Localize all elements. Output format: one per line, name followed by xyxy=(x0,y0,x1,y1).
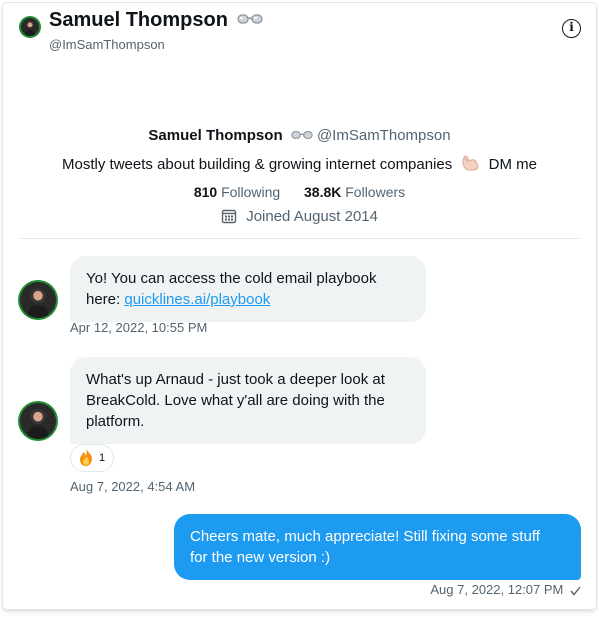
dm-conversation-card: Samuel Thompson @ImSamThompson i Samuel … xyxy=(3,3,596,609)
divider xyxy=(19,238,580,239)
profile-bio: Mostly tweets about building & growing i… xyxy=(3,154,596,176)
joined-date: Joined August 2014 xyxy=(3,208,596,228)
header-handle: @ImSamThompson xyxy=(49,37,165,52)
profile-name[interactable]: Samuel Thompson xyxy=(148,127,282,144)
followers-stat[interactable]: 38.8K Followers xyxy=(304,184,405,200)
message-bubble-incoming[interactable]: Yo! You can access the cold email playbo… xyxy=(70,256,426,322)
playbook-link[interactable]: quicklines.ai/playbook xyxy=(124,291,270,308)
goggles-icon xyxy=(237,9,264,32)
profile-summary: Samuel Thompson @ImSamThompson Mostly tw… xyxy=(3,127,596,228)
header-name[interactable]: Samuel Thompson xyxy=(49,9,264,32)
sender-avatar[interactable] xyxy=(18,401,58,441)
profile-stats: 810 Following 38.8K Followers xyxy=(3,184,596,200)
calendar-icon xyxy=(221,208,237,228)
checkmark-icon xyxy=(570,584,581,599)
message-timestamp: Aug 7, 2022, 4:54 AM xyxy=(70,479,196,494)
fire-icon xyxy=(76,447,96,470)
info-icon[interactable]: i xyxy=(562,19,581,38)
call-me-hand-icon xyxy=(460,154,480,176)
reaction-count: 1 xyxy=(99,452,106,464)
message-timestamp: Apr 12, 2022, 10:55 PM xyxy=(70,320,208,335)
message-bubble-incoming[interactable]: What's up Arnaud - just took a deeper lo… xyxy=(70,357,426,444)
profile-name-line: Samuel Thompson @ImSamThompson xyxy=(3,127,596,145)
goggles-icon xyxy=(291,128,313,145)
conversation-header: Samuel Thompson @ImSamThompson i xyxy=(3,3,596,63)
message-timestamp: Aug 7, 2022, 12:07 PM xyxy=(430,582,581,599)
sender-avatar[interactable] xyxy=(18,280,58,320)
profile-handle: @ImSamThompson xyxy=(316,127,451,144)
reaction-badge[interactable]: 1 xyxy=(70,444,115,472)
message-bubble-outgoing[interactable]: Cheers mate, much appreciate! Still fixi… xyxy=(174,514,581,580)
following-stat[interactable]: 810 Following xyxy=(194,184,280,200)
header-avatar[interactable] xyxy=(19,16,41,38)
